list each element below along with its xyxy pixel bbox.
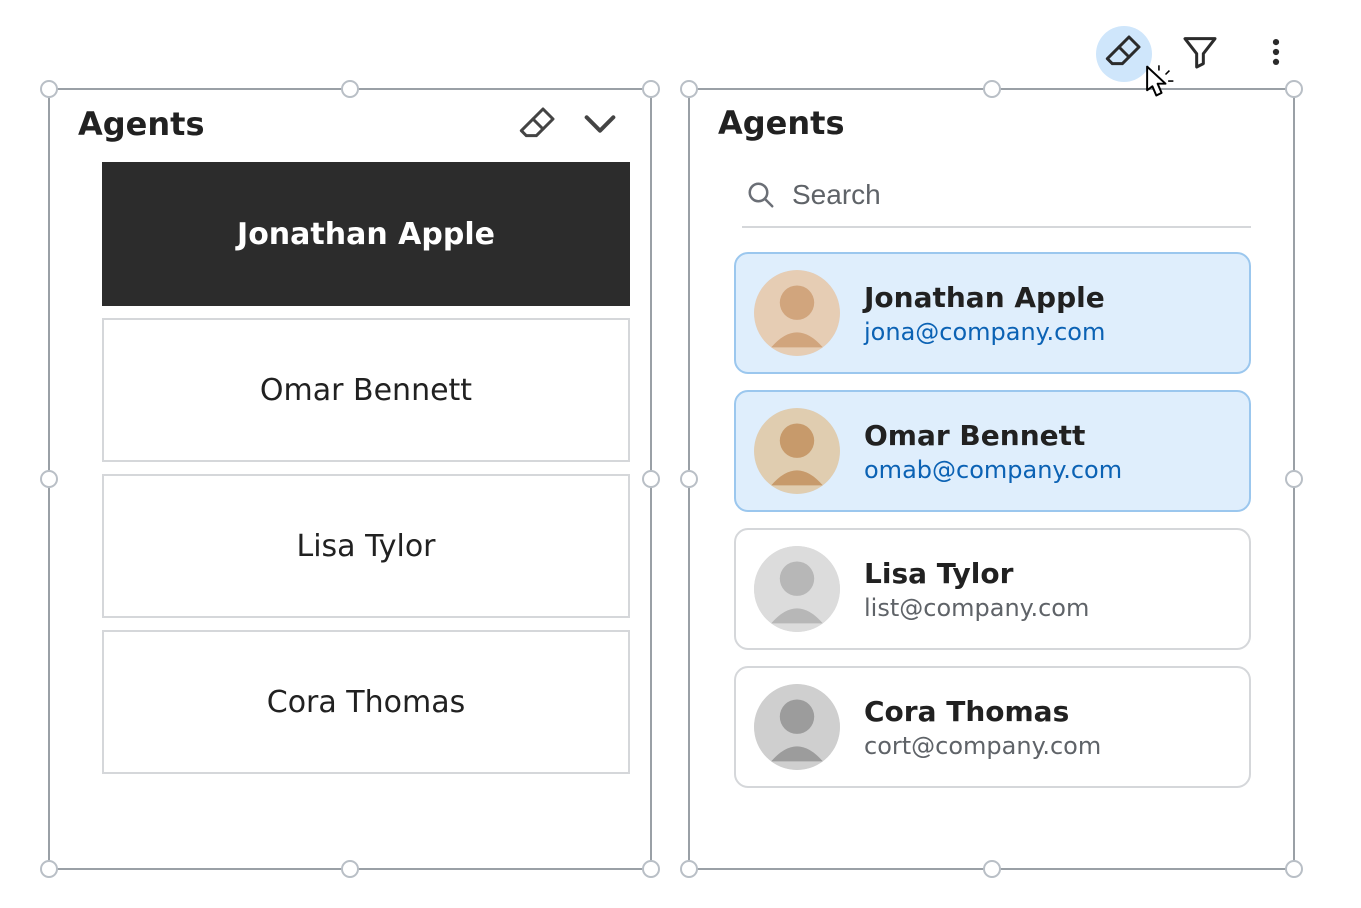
tile-label: Omar Bennett: [260, 373, 472, 408]
agent-card[interactable]: Omar Bennett omab@company.com: [734, 390, 1251, 512]
agent-name: Lisa Tylor: [864, 557, 1089, 590]
agent-text: Cora Thomas cort@company.com: [864, 695, 1101, 760]
clear-selections-button[interactable]: [1096, 26, 1152, 82]
tile-label: Cora Thomas: [267, 685, 466, 720]
right-panel-card-list: Jonathan Apple jona@company.com Omar Ben…: [690, 236, 1293, 810]
left-panel-header-icons: [518, 104, 620, 144]
resize-handle[interactable]: [341, 860, 359, 878]
left-panel-title: Agents: [78, 105, 205, 143]
agent-card[interactable]: Jonathan Apple jona@company.com: [734, 252, 1251, 374]
resize-handle[interactable]: [680, 470, 698, 488]
resize-handle[interactable]: [1285, 470, 1303, 488]
agent-email: omab@company.com: [864, 456, 1122, 484]
agent-text: Lisa Tylor list@company.com: [864, 557, 1089, 622]
resize-handle[interactable]: [40, 80, 58, 98]
avatar: [754, 546, 840, 632]
search-icon: [746, 180, 776, 210]
resize-handle[interactable]: [680, 860, 698, 878]
tile-label: Jonathan Apple: [237, 217, 495, 252]
resize-handle[interactable]: [1285, 80, 1303, 98]
search-container: [742, 170, 1251, 228]
agent-name: Jonathan Apple: [864, 281, 1105, 314]
left-panel-tile-list: Jonathan Apple Omar Bennett Lisa Tylor C…: [50, 162, 650, 796]
agent-card[interactable]: Cora Thomas cort@company.com: [734, 666, 1251, 788]
right-panel-header: Agents: [690, 90, 1293, 160]
agent-name: Cora Thomas: [864, 695, 1101, 728]
tile-label: Lisa Tylor: [296, 529, 435, 564]
agent-text: Omar Bennett omab@company.com: [864, 419, 1122, 484]
more-vertical-icon: [1259, 35, 1293, 73]
right-slicer-frame[interactable]: Agents Jonathan Apple jona@company.com: [688, 88, 1295, 870]
resize-handle[interactable]: [680, 80, 698, 98]
left-slicer-frame[interactable]: Agents Jonathan Apple Omar Bennett Lisa …: [48, 88, 652, 870]
agent-email: list@company.com: [864, 594, 1089, 622]
avatar: [754, 408, 840, 494]
resize-handle[interactable]: [983, 80, 1001, 98]
resize-handle[interactable]: [642, 860, 660, 878]
avatar: [754, 684, 840, 770]
agent-name: Omar Bennett: [864, 419, 1122, 452]
filter-icon: [1180, 32, 1220, 76]
more-options-button[interactable]: [1248, 26, 1304, 82]
resize-handle[interactable]: [1285, 860, 1303, 878]
agent-email: jona@company.com: [864, 318, 1105, 346]
agent-text: Jonathan Apple jona@company.com: [864, 281, 1105, 346]
tile-item[interactable]: Cora Thomas: [102, 630, 630, 774]
agent-email: cort@company.com: [864, 732, 1101, 760]
tile-item[interactable]: Lisa Tylor: [102, 474, 630, 618]
agent-card[interactable]: Lisa Tylor list@company.com: [734, 528, 1251, 650]
tile-item[interactable]: Jonathan Apple: [102, 162, 630, 306]
avatar: [754, 270, 840, 356]
tile-item[interactable]: Omar Bennett: [102, 318, 630, 462]
visual-toolbar: [1096, 26, 1304, 82]
resize-handle[interactable]: [40, 470, 58, 488]
left-panel-header: Agents: [50, 90, 650, 162]
right-panel-title: Agents: [718, 104, 845, 142]
eraser-icon[interactable]: [518, 104, 558, 144]
filter-button[interactable]: [1172, 26, 1228, 82]
resize-handle[interactable]: [642, 470, 660, 488]
resize-handle[interactable]: [40, 860, 58, 878]
resize-handle[interactable]: [983, 860, 1001, 878]
search-input[interactable]: [790, 178, 1247, 212]
resize-handle[interactable]: [642, 80, 660, 98]
chevron-down-icon[interactable]: [580, 104, 620, 144]
eraser-icon: [1104, 32, 1144, 76]
resize-handle[interactable]: [341, 80, 359, 98]
